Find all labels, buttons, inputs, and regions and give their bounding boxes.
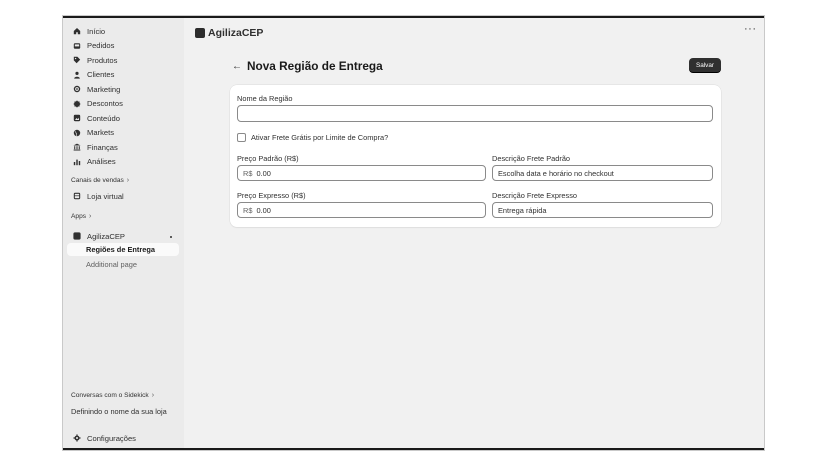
currency-prefix: R$ (243, 205, 253, 215)
sidebar-item-label: Conteúdo (87, 113, 120, 123)
tag-icon (72, 56, 81, 65)
sidebar-item-inicio[interactable]: Início (69, 24, 179, 38)
sidebar-subitem-additional-page[interactable]: Additional page (67, 258, 179, 271)
sidebar-item-label: Início (87, 26, 106, 36)
window-bottom-border (63, 448, 764, 450)
sidebar-item-label: Configurações (87, 433, 136, 443)
app-logo-icon (195, 28, 205, 38)
sidebar-item-label: Pedidos (87, 41, 115, 50)
express-price-input[interactable]: R$ 0.00 (237, 202, 486, 218)
sidebar-item-conteudo[interactable]: Conteúdo (69, 111, 179, 125)
sidebar-item-loja-virtual[interactable]: Loja virtual (69, 189, 179, 203)
home-icon (72, 27, 81, 36)
express-price-value: 0.00 (256, 205, 271, 215)
region-name-label: Nome da Região (237, 94, 293, 103)
store-icon (72, 192, 81, 201)
sales-channels-section[interactable]: Canais de vendas › (71, 177, 129, 184)
sidebar-item-label: Loja virtual (87, 191, 124, 201)
sidebar-item-label: Marketing (87, 84, 121, 94)
standard-price-value: 0.00 (256, 168, 271, 178)
sidebar-item-label: Clientes (87, 70, 115, 79)
sidekick-title: Conversas com o Sidekick (71, 392, 149, 399)
sidebar-item-configuracoes[interactable]: Configurações (69, 431, 179, 445)
discount-icon (72, 99, 81, 108)
chevron-right-icon: › (151, 392, 155, 399)
sidebar: Início Pedidos Produtos Clientes Marketi… (63, 18, 184, 450)
standard-desc-label: Descrição Frete Padrão (492, 154, 571, 163)
free-shipping-label: Ativar Frete Grátis por Limite de Compra… (251, 133, 389, 142)
currency-prefix: R$ (243, 168, 253, 178)
chart-icon (72, 157, 81, 166)
region-name-input[interactable] (237, 105, 713, 122)
sales-channels-title: Canais de vendas (71, 177, 124, 184)
express-desc-label: Descrição Frete Expresso (492, 191, 578, 200)
person-icon (72, 70, 81, 79)
content-icon (72, 114, 81, 123)
chevron-right-icon: › (126, 177, 130, 184)
more-actions-button[interactable]: ··· (744, 23, 757, 35)
sidebar-item-financas[interactable]: Finanças (69, 140, 179, 154)
apps-section[interactable]: Apps › (71, 213, 91, 220)
sidekick-section[interactable]: Conversas com o Sidekick › (71, 392, 154, 399)
sidebar-item-label: Produtos (87, 55, 118, 65)
sidebar-item-agilizacep[interactable]: AgilizaCEP (69, 229, 179, 243)
page-title: Nova Região de Entrega (247, 59, 383, 73)
sidebar-item-label: Descontos (87, 99, 123, 108)
gear-icon (72, 434, 81, 443)
standard-desc-input[interactable]: Escolha data e horário no checkout (492, 165, 713, 181)
sidebar-item-analises[interactable]: Análises (69, 155, 179, 169)
sidebar-item-descontos[interactable]: Descontos (69, 97, 179, 111)
sidekick-conversation-item[interactable]: Definindo o nome da sua loja (71, 404, 181, 418)
target-icon (72, 85, 81, 94)
sidebar-subitem-label: Regiões de Entrega (86, 245, 155, 254)
app-title: AgilizaCEP (208, 27, 264, 39)
sidebar-item-markets[interactable]: Markets (69, 126, 179, 140)
region-form-card: Nome da Região Ativar Frete Grátis por L… (230, 85, 721, 227)
sidebar-item-clientes[interactable]: Clientes (69, 68, 179, 82)
app-pin-indicator (170, 236, 172, 238)
sidebar-item-pedidos[interactable]: Pedidos (69, 39, 179, 53)
chevron-right-icon: › (89, 213, 92, 220)
standard-price-label: Preço Padrão (R$) (237, 154, 299, 163)
app-header: AgilizaCEP (195, 27, 263, 39)
sidekick-conversation-label: Definindo o nome da sua loja (71, 406, 167, 416)
globe-icon (72, 128, 81, 137)
express-desc-input[interactable]: Entrega rápida (492, 202, 713, 218)
sidebar-item-label: AgilizaCEP (87, 231, 125, 241)
app-icon (72, 232, 81, 241)
sidebar-subitem-regioes-de-entrega[interactable]: Regiões de Entrega (67, 243, 179, 256)
sidebar-item-label: Análises (87, 157, 116, 166)
save-button[interactable]: Salvar (689, 58, 721, 72)
back-arrow-icon[interactable]: ← (232, 61, 242, 72)
app-window: Início Pedidos Produtos Clientes Marketi… (62, 15, 765, 451)
apps-title: Apps (71, 213, 87, 220)
sidebar-subitem-label: Additional page (86, 259, 137, 269)
sidebar-item-produtos[interactable]: Produtos (69, 53, 179, 67)
page-header: ← Nova Região de Entrega (232, 59, 383, 73)
sidebar-item-label: Markets (87, 128, 115, 137)
sidebar-item-marketing[interactable]: Marketing (69, 82, 179, 96)
bank-icon (72, 143, 81, 152)
standard-price-input[interactable]: R$ 0.00 (237, 165, 486, 181)
inbox-icon (72, 41, 81, 50)
express-price-label: Preço Expresso (R$) (237, 191, 306, 200)
sidebar-item-label: Finanças (87, 142, 118, 152)
free-shipping-checkbox[interactable] (237, 133, 246, 142)
